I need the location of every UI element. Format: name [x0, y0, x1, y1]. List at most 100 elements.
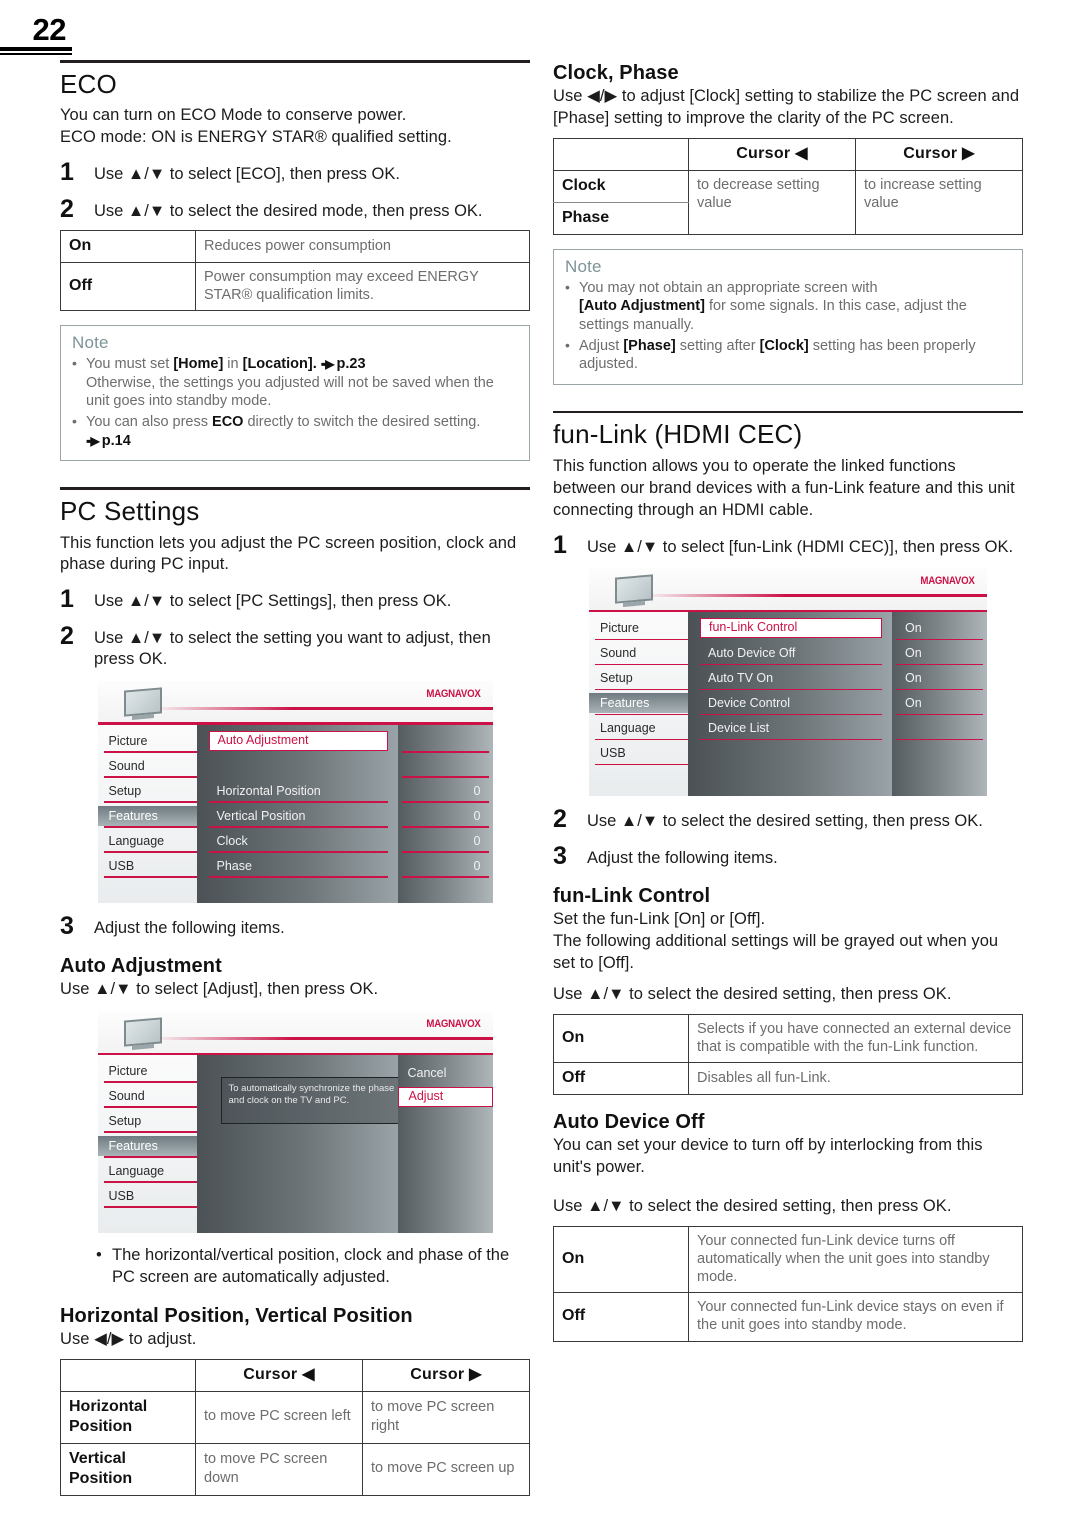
- fc-row-off-key: Off: [553, 1062, 689, 1096]
- osd-sidebar-item-features[interactable]: Features: [589, 693, 688, 716]
- note-frag: directly to switch the desired setting.: [243, 414, 481, 431]
- tv-icon: [123, 1017, 162, 1047]
- osd-row-clock[interactable]: Clock: [208, 831, 388, 853]
- funlink-step-3-text: Adjust the following items.: [587, 848, 778, 867]
- osd-sidebar-item-picture[interactable]: Picture: [589, 618, 688, 641]
- eco-step-1: 1 Use ▲/▼ to select [ECO], then press OK…: [60, 160, 530, 185]
- note-frag-bold: [Home]: [173, 356, 224, 373]
- auto-adjustment-desc: Use ▲/▼ to select [Adjust], then press O…: [60, 980, 379, 999]
- hv-row-horizontal-left: to move PC screen left: [195, 1390, 363, 1444]
- osd-row-auto-tv-on[interactable]: Auto TV On: [700, 668, 882, 691]
- pc-settings-section-rule: [60, 487, 530, 490]
- osd-row-device-list[interactable]: Device List: [700, 718, 882, 741]
- funlink-control-line1: Set the fun-Link [On] or [Off].: [553, 910, 766, 929]
- hv-row-horizontal-right: to move PC screen right: [362, 1390, 530, 1444]
- clock-phase-note-item-1: • You may not obtain an appropriate scre…: [565, 279, 1011, 335]
- bullet-icon: •: [72, 355, 77, 372]
- osd-body: Picture Sound Setup Features Language US…: [97, 1055, 493, 1234]
- osd-row-device-control[interactable]: Device Control: [700, 693, 882, 716]
- eco-note-item-1-cont: Otherwise, the settings you adjusted wil…: [86, 374, 494, 410]
- osd-sidebar-item-setup[interactable]: Setup: [98, 1111, 197, 1134]
- cp-row-phase-key: Phase: [553, 201, 689, 235]
- funlink-step-2-text: Use ▲/▼ to select the desired setting, t…: [587, 812, 983, 831]
- note-frag-bold: [Clock]: [759, 337, 809, 354]
- bullet-icon: •: [565, 278, 570, 295]
- hv-position-title: Horizontal Position, Vertical Position: [60, 1304, 413, 1327]
- eco-table: On Reduces power consumption Off Power c…: [60, 230, 530, 312]
- page-rule-thick: [0, 47, 72, 51]
- ado-row-off-desc: Your connected fun-Link device stays on …: [688, 1292, 1023, 1342]
- pc-settings-step-3: 3 Adjust the following items.: [60, 913, 530, 939]
- osd-sidebar-item-sound[interactable]: Sound: [98, 1086, 197, 1109]
- clock-phase-note-title: Note: [565, 256, 602, 276]
- osd-sidebar-item-sound[interactable]: Sound: [98, 756, 197, 778]
- osd-row-horizontal-position[interactable]: Horizontal Position: [208, 781, 388, 803]
- note-frag-bold: ECO: [212, 414, 244, 431]
- osd-sidebar-item-setup[interactable]: Setup: [98, 781, 197, 803]
- osd-sidebar-item-language[interactable]: Language: [98, 1161, 197, 1184]
- osd-sidebar: Picture Sound Setup Features Language US…: [589, 612, 688, 797]
- ado-row-off-key: Off: [553, 1292, 689, 1342]
- note-frag: You can also press: [86, 414, 213, 431]
- eco-note-item-1: • You must set [Home] in [Location]. ▪▪▶…: [72, 355, 518, 411]
- eco-step-2-number: 2: [60, 194, 74, 223]
- funlink-title: fun-Link (HDMI CEC): [553, 419, 803, 450]
- osd-sidebar-item-features[interactable]: Features: [97, 1136, 197, 1159]
- osd-sidebar-item-language[interactable]: Language: [98, 831, 197, 853]
- osd-body: Picture Sound Setup Features Language US…: [97, 724, 493, 903]
- osd-row-phase[interactable]: Phase: [208, 856, 388, 878]
- tv-icon: [123, 687, 162, 717]
- ado-row-on-desc: Your connected fun-Link device turns off…: [688, 1225, 1023, 1294]
- osd-sidebar-item-usb[interactable]: USB: [98, 856, 197, 878]
- note-frag-bold: [Location].: [242, 356, 317, 373]
- eco-intro-line1: You can turn on ECO Mode to conserve pow…: [60, 106, 407, 125]
- table-row: Horizontal Position to move PC screen le…: [60, 1390, 530, 1444]
- osd-header: MAGNAVOX: [97, 1011, 493, 1056]
- osd-sidebar-item-usb[interactable]: USB: [589, 743, 688, 766]
- eco-note-item-2-text: You can also press ECO directly to switc…: [86, 413, 518, 450]
- osd-body: Picture Sound Setup Features Language US…: [589, 612, 987, 797]
- osd-value-horizontal-position: 0: [401, 781, 489, 803]
- eco-row-on-key: On: [60, 230, 196, 264]
- auto-adjustment-bullet: • The horizontal/vertical position, cloc…: [60, 1245, 530, 1289]
- note-frag: You may not obtain an appropriate screen…: [579, 279, 878, 296]
- funlink-step-3-number: 3: [553, 841, 567, 870]
- osd-sidebar-item-sound[interactable]: Sound: [589, 643, 688, 666]
- pc-settings-step-3-text: Adjust the following items.: [94, 918, 285, 937]
- eco-section-rule: [60, 60, 530, 63]
- osd-value-device-list: .: [896, 718, 983, 741]
- pc-settings-title: PC Settings: [60, 495, 200, 526]
- eco-step-1-number: 1: [60, 158, 74, 187]
- osd-row-funlink-control[interactable]: fun-Link Control: [700, 618, 882, 639]
- cp-row-clock-key: Clock: [553, 169, 689, 203]
- page-header: 22: [0, 14, 72, 55]
- osd-sidebar-item-setup[interactable]: Setup: [589, 668, 688, 691]
- table-header-row: Cursor ◀ Cursor ▶: [553, 137, 1023, 171]
- osd-choice-adjust[interactable]: Adjust: [397, 1087, 493, 1108]
- cp-header-cursor-right: Cursor ▶: [855, 137, 1023, 171]
- osd-row-auto-adjustment[interactable]: Auto Adjustment: [208, 730, 388, 751]
- eco-row-off-key: Off: [60, 262, 196, 312]
- osd-value-clock: 0: [401, 831, 489, 853]
- eco-note-item-2: • You can also press ECO directly to swi…: [72, 413, 518, 450]
- bullet-icon: •: [565, 336, 570, 353]
- osd-sidebar-item-features[interactable]: Features: [97, 805, 197, 828]
- note-frag-bold: [Phase]: [623, 337, 676, 354]
- pc-settings-step-1-number: 1: [60, 585, 74, 614]
- osd-sidebar-item-language[interactable]: Language: [589, 718, 688, 741]
- page-number: 22: [32, 12, 67, 47]
- osd-row-vertical-position[interactable]: Vertical Position: [208, 806, 388, 828]
- osd-value-vertical-position: 0: [401, 806, 489, 828]
- hv-position-table: Cursor ◀ Cursor ▶ Horizontal Position to…: [60, 1358, 530, 1496]
- note-frag: You must set: [86, 356, 174, 373]
- osd-choice-cancel[interactable]: Cancel: [398, 1063, 493, 1083]
- osd-value-device-control: On: [896, 693, 983, 716]
- table-row: Clock to decrease setting value to incre…: [553, 169, 1023, 235]
- osd-row-auto-device-off[interactable]: Auto Device Off: [700, 643, 882, 666]
- osd-sidebar-item-picture[interactable]: Picture: [98, 1061, 197, 1084]
- osd-sidebar-item-usb[interactable]: USB: [98, 1186, 197, 1209]
- pc-settings-step-1: 1 Use ▲/▼ to select [PC Settings], then …: [60, 587, 530, 612]
- osd-sidebar-item-picture[interactable]: Picture: [98, 731, 197, 753]
- hv-header-blank: [60, 1358, 196, 1392]
- osd-screenshot-pc-settings: MAGNAVOX Picture Sound Setup Features La…: [97, 680, 493, 903]
